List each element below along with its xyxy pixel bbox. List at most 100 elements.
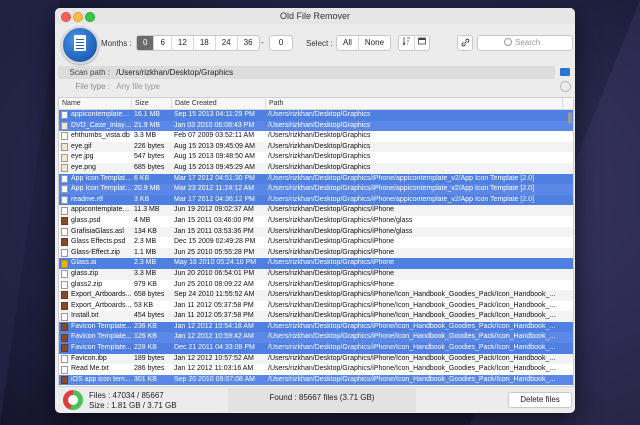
table-row[interactable]: eye.jpg 547 bytes Aug 15 2013 09:48:50 AM /… <box>59 152 573 163</box>
months-option-36[interactable]: 36 <box>238 36 259 50</box>
file-icon <box>61 238 68 247</box>
cell-size: 286 bytes <box>134 365 165 373</box>
file-name: GrafisiaGlass.asl <box>71 227 124 235</box>
view-options-control[interactable] <box>398 35 430 51</box>
table-row[interactable]: GrafisiaGlass.asl 134 KB Jan 15 2011 03:53… <box>59 226 573 238</box>
cell-date: Jun 20 2010 06:54:01 PM <box>174 269 255 277</box>
title-bar: Old File Remover <box>55 8 575 24</box>
table-row[interactable]: Export_Artboards... 53 KB Jan 11 2012 05:3… <box>59 301 573 312</box>
months-option-0[interactable]: 0 <box>137 36 155 50</box>
column-header-path[interactable]: Path <box>266 98 563 109</box>
table-row[interactable]: Favicon Template... 236 KB Jan 12 2012 10:… <box>59 321 573 333</box>
choose-folder-icon[interactable] <box>560 68 570 76</box>
months-range-dash: - <box>261 38 264 47</box>
table-row[interactable]: Favicon Template... 228 KB Dec 21 2011 04:… <box>59 343 573 354</box>
search-input[interactable]: Search <box>477 35 573 51</box>
file-type-field[interactable]: Any file type <box>116 82 160 91</box>
cell-size: 228 KB <box>134 344 157 352</box>
cell-size: 226 bytes <box>134 142 165 150</box>
table-row[interactable]: App Icon Template... 20.9 MB Mar 23 2012 1… <box>59 184 573 195</box>
file-name: Export_Artboards... <box>71 291 132 299</box>
app-window: Old File Remover Months : 0 6 12 18 24 36 - 0… <box>55 8 575 413</box>
file-icon <box>61 365 68 374</box>
months-option-24[interactable]: 24 <box>216 36 238 50</box>
file-name: appicontemplate_... <box>71 111 132 118</box>
file-icon <box>61 132 68 141</box>
cell-path: /Users/rizkhan/Desktop/Graphics/iPhone/a… <box>268 195 535 203</box>
cell-date: Jun 19 2012 09:02:37 AM <box>174 206 254 214</box>
cell-date: Sep 20 2010 09:07:08 AM <box>174 375 255 383</box>
cell-name: Favicon.ibp <box>59 354 132 365</box>
column-header-name[interactable]: Name <box>59 98 132 109</box>
sort-icon[interactable] <box>399 36 415 50</box>
table-row[interactable]: Glass.ai 2.3 MB May 16 2010 05:24:10 PM/Us… <box>59 258 573 269</box>
table-row[interactable]: appicontemplate_... 16.1 MB Sep 15 2013 04… <box>59 110 573 121</box>
cell-name: Glass.ai <box>59 258 132 269</box>
select-all-button[interactable]: All <box>337 36 359 50</box>
delete-files-button[interactable]: Delete files <box>508 392 572 408</box>
cell-date: Aug 15 2013 09:48:50 AM <box>174 153 255 161</box>
cell-size: 1.1 MB <box>134 248 157 256</box>
file-name: Glass-Effect.zip <box>71 248 120 256</box>
cell-name: Read Me.txt <box>59 364 132 375</box>
cell-name: ehthumbs_vista.db <box>59 131 132 142</box>
cell-date: Jan 12 2012 11:03:16 AM <box>174 365 254 373</box>
cell-name: appicontemplate_... <box>59 110 132 121</box>
table-row[interactable]: Favicon Template... 126 KB Jan 12 2012 10:… <box>59 332 573 344</box>
table-row[interactable]: glass.zip 3.3 MB Jun 20 2010 06:54:01 PM/U… <box>59 268 573 280</box>
link-icon[interactable] <box>457 35 473 51</box>
table-row[interactable]: eye.gif 226 bytes Aug 15 2013 09:45:09 AM /… <box>59 141 573 153</box>
file-type-label: File type : <box>75 82 110 91</box>
table-row[interactable]: Favicon.ibp 189 bytes Jan 12 2012 10:57:52… <box>59 353 573 365</box>
file-icon <box>61 333 68 342</box>
months-segmented-control[interactable]: 0 6 12 18 24 36 <box>136 35 260 51</box>
table-row[interactable]: ehthumbs_vista.db 3.3 MB Feb 07 2009 03:52… <box>59 131 573 142</box>
cell-date: Feb 07 2009 03:52:11 AM <box>174 132 255 140</box>
refresh-icon[interactable] <box>560 81 571 92</box>
file-name: Read Me.txt <box>71 365 109 373</box>
table-row[interactable]: DVD_Case_Inlay_... 21.9 MB Jan 03 2010 06:… <box>59 120 573 132</box>
cell-path: /Users/rizkhan/Desktop/Graphics/iPhone <box>268 206 395 214</box>
table-scrollbar[interactable] <box>568 112 572 124</box>
table-row[interactable]: Glass Effects.psd 2.3 MB Dec 15 2009 02:49… <box>59 237 573 248</box>
table-row[interactable]: glass.psd 4 MB Jan 15 2011 03:46:00 PM/Use… <box>59 216 573 227</box>
table-row[interactable]: App Icon Template... 6 KB Mar 17 2012 04:5… <box>59 173 573 185</box>
table-row[interactable]: glass2.zip 979 KB Jun 25 2010 08:09:22 AM /… <box>59 280 573 291</box>
cell-name: eye.png <box>59 163 132 174</box>
columns-icon[interactable] <box>415 36 429 50</box>
file-name: eye.jpg <box>71 153 94 161</box>
table-row[interactable]: Install.txt 454 bytes Jan 11 2012 05:37:58… <box>59 311 573 322</box>
cell-size: 53 KB <box>134 301 154 309</box>
cell-size: 979 KB <box>134 280 157 288</box>
table-row[interactable]: readme.rtf 3 KB Mar 17 2012 04:36:12 PM/Us… <box>59 194 573 206</box>
months-option-12[interactable]: 12 <box>172 36 194 50</box>
months-end-field[interactable]: 0 <box>269 35 293 51</box>
files-table: Name Size Date Created Path appicontempl… <box>58 97 574 387</box>
file-icon <box>61 259 68 268</box>
cell-path: /Users/rizkhan/Desktop/Graphics/iPhone/g… <box>268 227 413 235</box>
column-header-date[interactable]: Date Created <box>172 98 266 109</box>
cell-path: /Users/rizkhan/Desktop/Graphics/iPhone/a… <box>268 185 535 193</box>
table-row[interactable]: Glass-Effect.zip 1.1 MB Jun 25 2010 05:55:… <box>59 247 573 259</box>
cell-size: 3.3 MB <box>134 132 157 140</box>
cell-name: DVD_Case_Inlay_... <box>59 121 132 132</box>
table-row[interactable]: Export_Artboards... 658 bytes Sep 24 2010 … <box>59 290 573 301</box>
scan-path-value[interactable]: /Users/rizkhan/Desktop/Graphics <box>116 68 233 77</box>
cell-date: Jan 11 2012 05:37:58 PM <box>174 312 254 320</box>
cell-date: Jan 11 2012 05:37:58 PM <box>174 301 254 309</box>
table-row[interactable]: eye.png 685 bytes Aug 15 2013 09:45:29 AM /… <box>59 162 573 174</box>
table-row[interactable]: iOS app icon tem... 301 KB Sep 20 2010 09:… <box>59 374 573 386</box>
file-icon <box>61 312 68 321</box>
scan-path-row: Scan path : /Users/rizkhan/Desktop/Graph… <box>58 66 555 79</box>
months-option-18[interactable]: 18 <box>194 36 216 50</box>
months-option-6[interactable]: 6 <box>154 36 172 50</box>
column-header-size[interactable]: Size <box>132 98 172 109</box>
cell-path: /Users/rizkhan/Desktop/Graphics <box>268 163 371 171</box>
select-segmented-control[interactable]: All None <box>336 35 392 51</box>
select-none-button[interactable]: None <box>359 36 390 50</box>
table-row[interactable]: Read Me.txt 286 bytes Jan 12 2012 11:03:16… <box>59 364 573 375</box>
file-icon <box>61 301 68 310</box>
file-name: glass2.zip <box>71 280 103 288</box>
table-row[interactable]: appicontemplate_... 11.3 MB Jun 19 2012 09… <box>59 205 573 216</box>
file-name: glass.zip <box>71 269 99 277</box>
